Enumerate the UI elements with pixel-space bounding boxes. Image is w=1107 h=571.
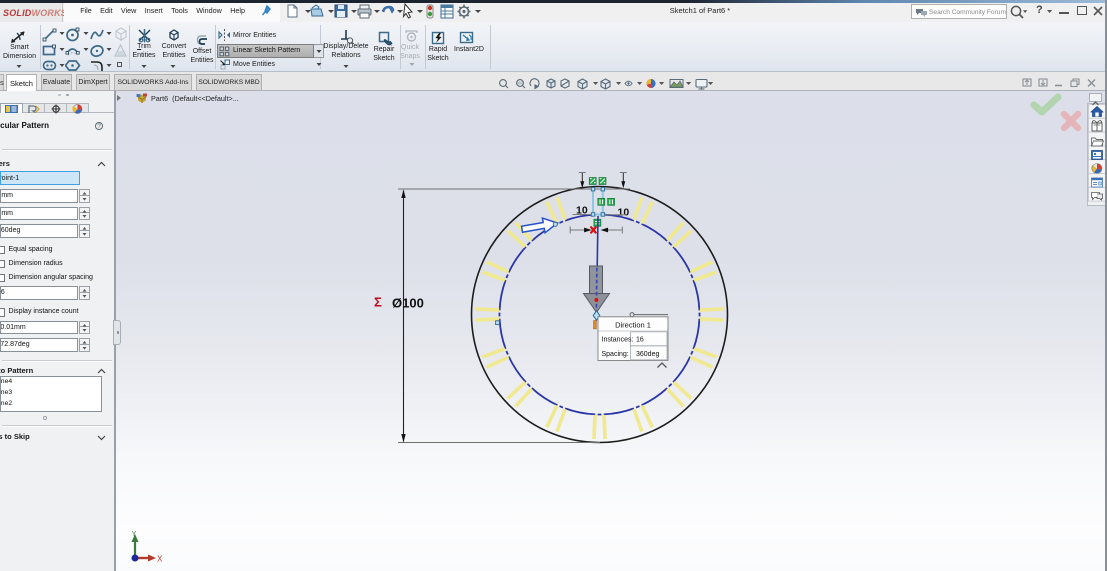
svg-text:Y: Y [132, 529, 137, 538]
svg-text:X: X [157, 555, 163, 564]
